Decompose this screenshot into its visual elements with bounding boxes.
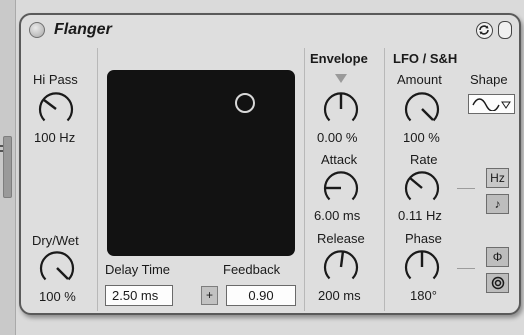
drywet-value[interactable]: 100 % bbox=[39, 289, 76, 304]
device-power-button[interactable] bbox=[29, 22, 45, 38]
rate-sync-note-icon[interactable]: ♪ bbox=[486, 194, 509, 214]
feedback-label: Feedback bbox=[223, 262, 281, 277]
drywet-label: Dry/Wet bbox=[32, 233, 79, 248]
device-chain-strip bbox=[0, 0, 16, 335]
xy-pad-handle[interactable] bbox=[235, 93, 255, 113]
spin-mode-button[interactable] bbox=[486, 273, 509, 293]
delay-time-field[interactable]: 2.50 ms bbox=[105, 285, 173, 306]
rate-connector bbox=[457, 188, 475, 189]
fold-device-button[interactable] bbox=[498, 21, 512, 39]
rate-label: Rate bbox=[410, 152, 438, 167]
hipass-value[interactable]: 100 Hz bbox=[34, 130, 75, 145]
device-titlebar: Flanger bbox=[21, 15, 519, 48]
lfo-heading: LFO / S&H bbox=[393, 51, 458, 66]
sine-wave-icon bbox=[472, 98, 511, 111]
attack-knob[interactable] bbox=[322, 169, 360, 207]
drywet-knob[interactable] bbox=[38, 249, 76, 287]
lfo-amount-value[interactable]: 100 % bbox=[403, 130, 440, 145]
phase-connector bbox=[457, 268, 475, 269]
envelope-amount-knob[interactable] bbox=[322, 90, 360, 128]
release-knob[interactable] bbox=[322, 248, 360, 286]
resize-handle[interactable] bbox=[0, 136, 12, 198]
rate-knob[interactable] bbox=[403, 169, 441, 207]
delay-time-label: Delay Time bbox=[105, 262, 171, 277]
envelope-heading: Envelope bbox=[310, 51, 368, 66]
xy-delay-feedback-pad[interactable] bbox=[107, 70, 295, 256]
hot-swap-icon[interactable] bbox=[476, 22, 493, 39]
lfo-amount-label: Amount bbox=[397, 72, 442, 87]
hipass-knob[interactable] bbox=[37, 90, 75, 128]
feedback-polarity-button[interactable]: + bbox=[201, 286, 218, 305]
flanger-device: Flanger Hi Pass 100 Hz Dry/Wet 100 % Del… bbox=[19, 13, 521, 315]
lfo-amount-knob[interactable] bbox=[403, 90, 441, 128]
envelope-amount-marker-icon bbox=[335, 74, 347, 83]
section-divider bbox=[97, 48, 98, 311]
release-label: Release bbox=[317, 231, 365, 246]
envelope-amount-value[interactable]: 0.00 % bbox=[317, 130, 357, 145]
section-divider bbox=[304, 48, 305, 311]
release-value[interactable]: 200 ms bbox=[318, 288, 361, 303]
attack-label: Attack bbox=[321, 152, 358, 167]
spin-icon bbox=[491, 276, 504, 290]
rate-value[interactable]: 0.11 Hz bbox=[398, 208, 442, 223]
phase-mode-icon[interactable]: Φ bbox=[486, 247, 509, 267]
attack-value[interactable]: 6.00 ms bbox=[314, 208, 360, 223]
device-title: Flanger bbox=[54, 21, 112, 38]
hipass-label: Hi Pass bbox=[33, 72, 78, 87]
feedback-field[interactable]: 0.90 bbox=[226, 285, 296, 306]
phase-value[interactable]: 180° bbox=[410, 288, 437, 303]
rate-hz-button[interactable]: Hz bbox=[486, 168, 509, 188]
phase-knob[interactable] bbox=[403, 248, 441, 286]
section-divider bbox=[384, 48, 385, 311]
lfo-shape-select[interactable] bbox=[468, 94, 515, 114]
shape-label: Shape bbox=[470, 72, 508, 87]
phase-label: Phase bbox=[405, 231, 442, 246]
